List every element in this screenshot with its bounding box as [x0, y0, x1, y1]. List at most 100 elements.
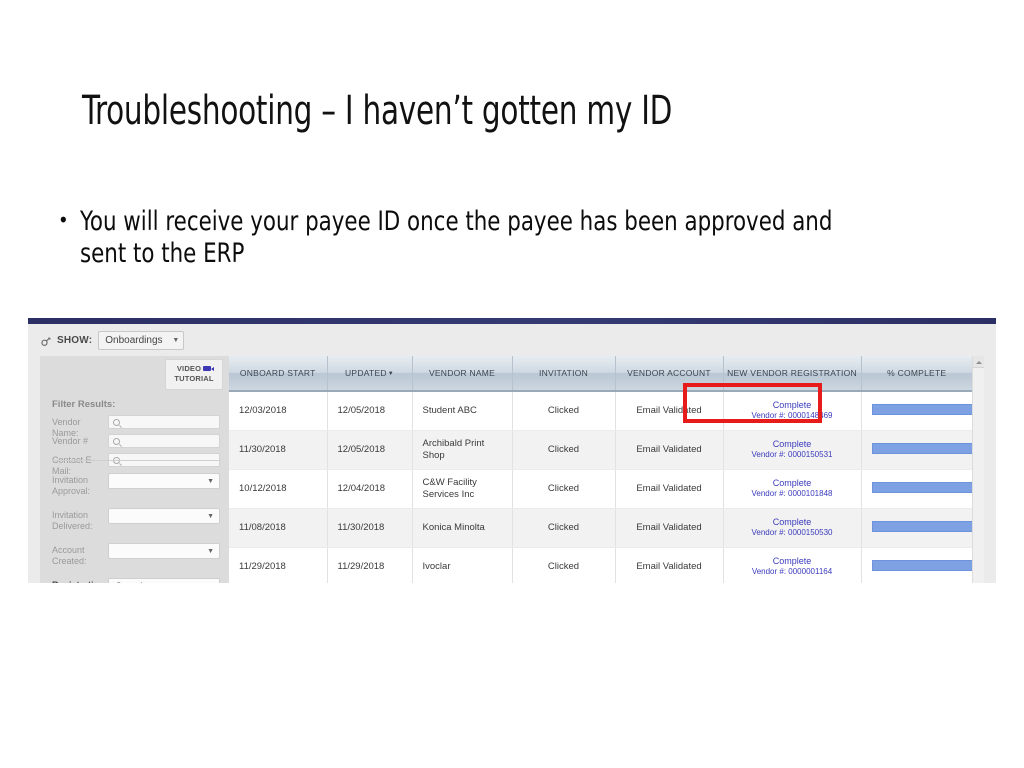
cell-onboard-start: 11/08/2018 — [229, 508, 328, 548]
table-row[interactable]: 10/12/2018 12/04/2018 C&W Facility Servi… — [229, 469, 984, 509]
cell-invitation-link[interactable]: Clicked — [512, 430, 616, 470]
filter-label-vendor-number: Vendor # — [52, 436, 89, 446]
progress-bar — [871, 442, 984, 454]
chevron-down-icon: ▼ — [207, 478, 214, 485]
cell-onboard-start: 12/03/2018 — [229, 391, 328, 431]
filter-row-registration-form: Registration Form: Complete ▼ — [52, 578, 220, 583]
column-header-onboard-start[interactable]: ONBOARD START — [229, 356, 328, 392]
cell-vendor-account-link[interactable]: Email Validated — [615, 508, 724, 548]
filter-row-account-created: Account Created: ▼ — [52, 543, 220, 568]
cell-percent-complete — [861, 469, 984, 509]
cell-onboard-start: 11/29/2018 — [229, 547, 328, 583]
panel: VIDEO TUTORIAL Filter Results: Vendor Na… — [40, 356, 984, 583]
filter-label-invitation-approval: Invitation Approval: — [52, 475, 91, 497]
registration-status: Complete — [772, 556, 812, 567]
cell-updated: 12/05/2018 — [327, 430, 413, 470]
filter-label-invitation-delivered: Invitation Delivered: — [52, 510, 93, 532]
chevron-down-icon: ▼ — [207, 513, 214, 520]
filter-label-registration-form: Registration Form: — [52, 578, 108, 583]
column-header-new-vendor-registration[interactable]: NEW VENDOR REGISTRATION — [723, 356, 862, 392]
show-toolbar: SHOW: Onboardings ▼ — [28, 324, 996, 356]
cell-new-vendor-registration[interactable]: Complete Vendor #: 0000101848 — [723, 469, 862, 509]
cell-new-vendor-registration[interactable]: Complete Vendor #: 0000001164 — [723, 547, 862, 583]
scroll-up-icon[interactable] — [973, 356, 984, 368]
magnifier-icon — [113, 438, 120, 445]
cell-vendor-account-link[interactable]: Email Validated — [615, 391, 724, 431]
cell-onboard-start: 10/12/2018 — [229, 469, 328, 509]
video-camera-icon — [203, 366, 215, 371]
registration-vendor-number: Vendor #: 0000001164 — [751, 567, 833, 577]
cell-percent-complete — [861, 391, 984, 431]
video-tutorial-button[interactable]: VIDEO TUTORIAL — [165, 359, 223, 391]
cell-new-vendor-registration[interactable]: Complete Vendor #: 0000150531 — [723, 430, 862, 470]
onboardings-table-container: ONBOARD START UPDATED▼ VENDOR NAME INVIT… — [229, 356, 984, 583]
cell-new-vendor-registration[interactable]: Complete Vendor #: 0000148469 — [723, 391, 862, 431]
sort-descending-icon: ▼ — [387, 371, 394, 377]
registration-vendor-number: Vendor #: 0000101848 — [751, 489, 833, 499]
cell-vendor-account-link[interactable]: Email Validated — [615, 469, 724, 509]
progress-bar — [871, 559, 984, 571]
cell-vendor-name: Archibald Print Shop — [412, 430, 513, 470]
filter-results-heading: Filter Results: — [52, 399, 116, 410]
bullet-item: • You will receive your payee ID once th… — [58, 206, 958, 271]
account-created-select[interactable]: ▼ — [108, 543, 220, 559]
cell-vendor-account-link[interactable]: Email Validated — [615, 430, 724, 470]
column-header-vendor-account[interactable]: VENDOR ACCOUNT — [615, 356, 724, 392]
cell-updated: 11/29/2018 — [327, 547, 413, 583]
table-row[interactable]: 11/30/2018 12/05/2018 Archibald Print Sh… — [229, 430, 984, 470]
magnifier-icon — [113, 419, 120, 426]
registration-status: Complete — [772, 439, 812, 450]
cell-invitation-link[interactable]: Clicked — [512, 391, 616, 431]
registration-form-value: Complete — [115, 581, 156, 583]
table-row[interactable]: 11/08/2018 11/30/2018 Konica Minolta Cli… — [229, 508, 984, 548]
app-body: SHOW: Onboardings ▼ VIDEO TUTORIAL Filte… — [28, 324, 996, 583]
cell-percent-complete — [861, 430, 984, 470]
progress-bar — [871, 403, 984, 415]
progress-bar — [871, 520, 984, 532]
show-label: SHOW: — [57, 334, 93, 346]
show-select-value: Onboardings — [105, 334, 163, 346]
video-tutorial-label-line2: TUTORIAL — [174, 374, 214, 384]
table-row[interactable]: 11/29/2018 11/29/2018 Ivoclar Clicked Em… — [229, 547, 984, 583]
cell-vendor-name: Ivoclar — [412, 547, 513, 583]
registration-form-select[interactable]: Complete ▼ — [108, 578, 220, 583]
column-header-percent-complete[interactable]: % COMPLETE — [861, 356, 972, 392]
invitation-delivered-select[interactable]: ▼ — [108, 508, 220, 524]
chevron-down-icon: ▼ — [207, 548, 214, 555]
cell-new-vendor-registration[interactable]: Complete Vendor #: 0000150530 — [723, 508, 862, 548]
cell-invitation-link[interactable]: Clicked — [512, 508, 616, 548]
column-header-invitation[interactable]: INVITATION — [512, 356, 616, 392]
cell-invitation-link[interactable]: Clicked — [512, 469, 616, 509]
cell-onboard-start: 11/30/2018 — [229, 430, 328, 470]
cell-vendor-name: Student ABC — [412, 391, 513, 431]
filter-row-vendor-number: Vendor # — [52, 434, 220, 448]
show-select[interactable]: Onboardings ▼ — [98, 330, 185, 350]
cell-invitation-link[interactable]: Clicked — [512, 547, 616, 583]
bullet-list: • You will receive your payee ID once th… — [58, 206, 958, 271]
video-tutorial-label-line1: VIDEO — [176, 364, 202, 373]
column-header-updated[interactable]: UPDATED▼ — [327, 356, 413, 392]
registration-status: Complete — [772, 400, 812, 411]
table-row[interactable]: 12/03/2018 12/05/2018 Student ABC Clicke… — [229, 391, 984, 431]
cell-percent-complete — [861, 508, 984, 548]
onboardings-table: ONBOARD START UPDATED▼ VENDOR NAME INVIT… — [229, 356, 984, 583]
table-header-row: ONBOARD START UPDATED▼ VENDOR NAME INVIT… — [229, 356, 972, 392]
cell-updated: 12/04/2018 — [327, 469, 413, 509]
column-header-vendor-name[interactable]: VENDOR NAME — [412, 356, 513, 392]
progress-bar — [871, 481, 984, 493]
chevron-down-icon: ▼ — [172, 336, 180, 344]
cell-updated: 12/05/2018 — [327, 391, 413, 431]
invitation-approval-select[interactable]: ▼ — [108, 473, 220, 489]
registration-status: Complete — [772, 517, 812, 528]
filter-divider — [52, 460, 220, 461]
slide-canvas: Troubleshooting – I haven’t gotten my ID… — [0, 0, 1024, 768]
table-vertical-scrollbar[interactable] — [972, 356, 984, 583]
bullet-marker: • — [58, 208, 69, 232]
vendor-name-input[interactable] — [108, 415, 220, 429]
cell-vendor-account-link[interactable]: Email Validated — [615, 547, 724, 583]
embedded-app-screenshot: SHOW: Onboardings ▼ VIDEO TUTORIAL Filte… — [28, 318, 996, 583]
vendor-number-input[interactable] — [108, 434, 220, 448]
filter-row-invitation-delivered: Invitation Delivered: ▼ — [52, 508, 220, 533]
registration-vendor-number: Vendor #: 0000150530 — [751, 528, 833, 538]
cell-vendor-name: C&W Facility Services Inc — [412, 469, 513, 509]
